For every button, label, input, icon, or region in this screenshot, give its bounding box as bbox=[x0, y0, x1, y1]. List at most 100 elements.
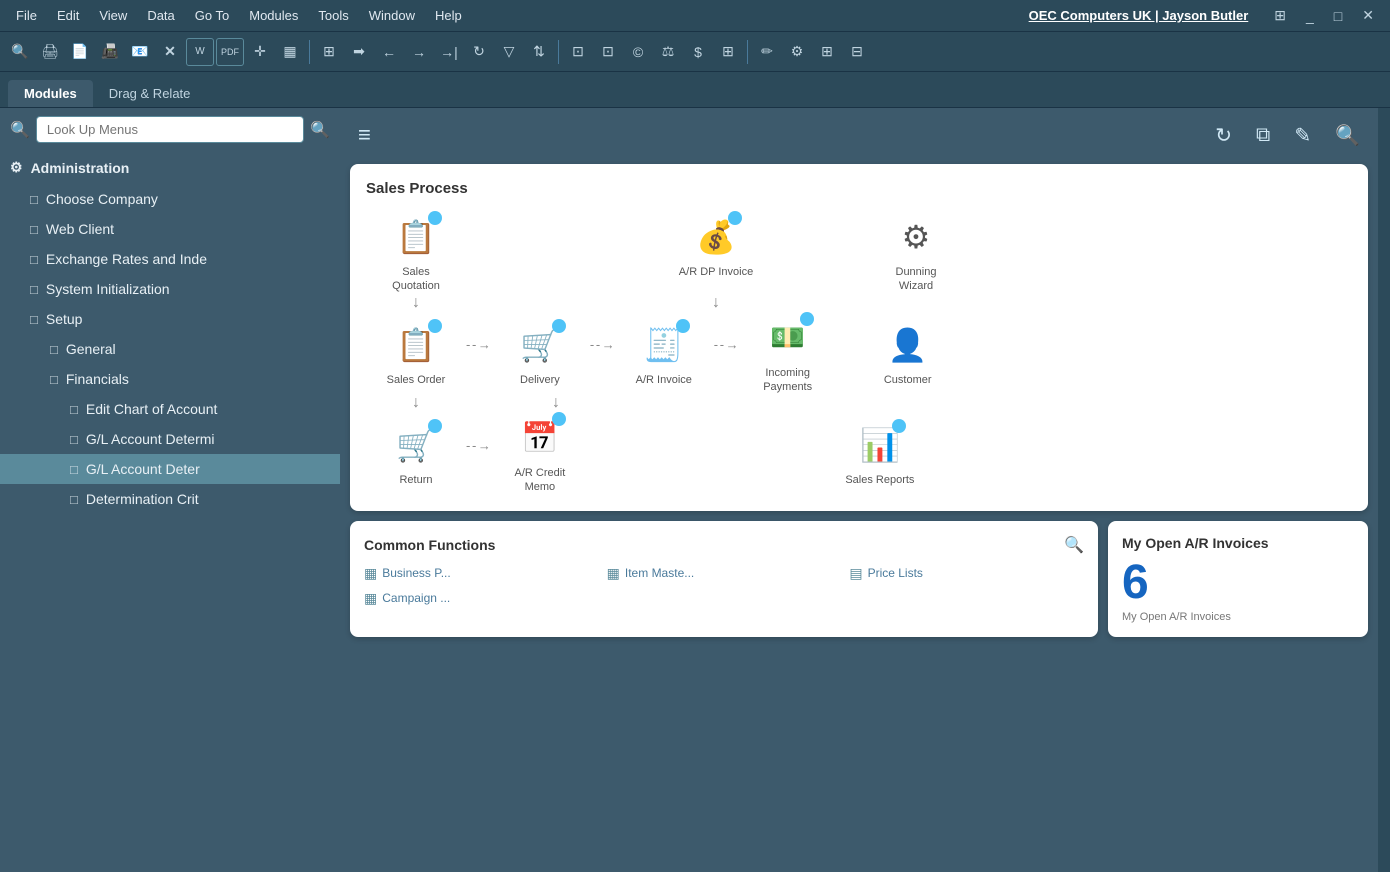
toolbar-pdf[interactable]: PDF bbox=[216, 38, 244, 66]
node-ar-credit-memo[interactable]: 📅 A/R CreditMemo bbox=[490, 412, 590, 495]
search-icon[interactable]: 🔍 bbox=[1331, 119, 1364, 152]
customer-icon-wrap: 👤 bbox=[882, 319, 934, 371]
toolbar-forward[interactable]: → bbox=[405, 38, 433, 66]
sales-reports-icon-wrap: 📊 bbox=[854, 419, 906, 471]
sidebar-section-administration[interactable]: ⚙ Administration bbox=[0, 151, 340, 184]
close-btn[interactable]: ✕ bbox=[1354, 5, 1382, 26]
toolbar-filter[interactable]: ▽ bbox=[495, 38, 523, 66]
toolbar-b4[interactable]: ⚖ bbox=[654, 38, 682, 66]
sidebar-item-edit-chart[interactable]: □ Edit Chart of Account bbox=[0, 394, 340, 424]
toolbar-print2[interactable]: 📄 bbox=[66, 38, 94, 66]
node-ar-invoice[interactable]: 🧾 A/R Invoice bbox=[614, 319, 714, 387]
toolbar-settings[interactable]: ⚙ bbox=[783, 38, 811, 66]
toolbar-search[interactable]: 🔍 bbox=[6, 38, 34, 66]
toolbar-sort[interactable]: ⇅ bbox=[525, 38, 553, 66]
toolbar-move[interactable]: ✛ bbox=[246, 38, 274, 66]
toolbar-refresh[interactable]: ↻ bbox=[465, 38, 493, 66]
sidebar-item-gl-account-determi[interactable]: □ G/L Account Determi bbox=[0, 424, 340, 454]
toolbar-grid[interactable]: ▦ bbox=[276, 38, 304, 66]
process-row-2: 📋 Sales Order - - → 🛒 Delivery bbox=[366, 312, 1352, 395]
sidebar-item-gl-account-deter[interactable]: □ G/L Account Deter bbox=[0, 454, 340, 484]
sidebar-item-web-client[interactable]: □ Web Client bbox=[0, 214, 340, 244]
arrows-down-2: ↓ ↓ bbox=[366, 394, 1352, 412]
node-delivery[interactable]: 🛒 Delivery bbox=[490, 319, 590, 387]
arrow-down-cm: ↓ bbox=[506, 394, 606, 412]
node-customer[interactable]: 👤 Customer bbox=[858, 319, 958, 387]
sidebar-item-determination-crit[interactable]: □ Determination Crit bbox=[0, 484, 340, 514]
cf-items: ▦ Business P... ▦ Item Maste... ▤ Price … bbox=[364, 565, 1084, 607]
node-incoming-payments[interactable]: 💵 IncomingPayments bbox=[738, 312, 838, 395]
tab-modules[interactable]: Modules bbox=[8, 80, 93, 107]
general-icon: □ bbox=[50, 342, 58, 357]
toolbar-back[interactable]: ← bbox=[375, 38, 403, 66]
down-arrow-1: ↓ bbox=[412, 294, 420, 312]
search-input[interactable] bbox=[36, 116, 304, 143]
node-return[interactable]: 🛒 Return bbox=[366, 419, 466, 487]
sidebar-item-general[interactable]: □ General bbox=[0, 334, 340, 364]
menu-data[interactable]: Data bbox=[139, 6, 182, 25]
minimize-btn[interactable]: _ bbox=[1298, 6, 1322, 26]
tab-drag-relate[interactable]: Drag & Relate bbox=[93, 80, 207, 107]
toolbar-b1[interactable]: ⊡ bbox=[564, 38, 592, 66]
node-ar-dp-invoice[interactable]: 💰 A/R DP Invoice bbox=[666, 211, 766, 279]
node-sales-quotation[interactable]: 📋 SalesQuotation bbox=[366, 211, 466, 294]
node-dunning-wizard[interactable]: ⚙ DunningWizard bbox=[866, 211, 966, 294]
toolbar-edit[interactable]: ✏ bbox=[753, 38, 781, 66]
toolbar-email[interactable]: 📧 bbox=[126, 38, 154, 66]
node-sales-reports[interactable]: 📊 Sales Reports bbox=[830, 419, 930, 487]
toolbar-expand[interactable]: ⊞ bbox=[315, 38, 343, 66]
down-arrow-2: ↓ bbox=[712, 294, 720, 312]
menu-window[interactable]: Window bbox=[361, 6, 423, 25]
sidebar-item-setup[interactable]: □ Setup bbox=[0, 304, 340, 334]
cf-search-icon[interactable]: 🔍 bbox=[1064, 535, 1084, 555]
cf-item-item-master[interactable]: ▦ Item Maste... bbox=[607, 565, 842, 582]
menu-modules[interactable]: Modules bbox=[241, 6, 306, 25]
toolbar-nav2[interactable]: ⊟ bbox=[843, 38, 871, 66]
menu-goto[interactable]: Go To bbox=[187, 6, 237, 25]
sales-order-icon-wrap: 📋 bbox=[390, 319, 442, 371]
toolbar-b5[interactable]: $ bbox=[684, 38, 712, 66]
refresh-icon[interactable]: ↻ bbox=[1211, 119, 1236, 152]
sidebar-item-exchange-rates[interactable]: □ Exchange Rates and Inde bbox=[0, 244, 340, 274]
toolbar-nav[interactable]: ⊞ bbox=[813, 38, 841, 66]
menu-view[interactable]: View bbox=[91, 6, 135, 25]
sidebar-item-system-init[interactable]: □ System Initialization bbox=[0, 274, 340, 304]
toolbar-word[interactable]: W bbox=[186, 38, 214, 66]
sidebar-search-icon[interactable]: 🔍 bbox=[10, 120, 30, 140]
menu-help[interactable]: Help bbox=[427, 6, 470, 25]
cf-item-campaign[interactable]: ▦ Campaign ... bbox=[364, 590, 599, 607]
sidebar-item-financials[interactable]: □ Financials bbox=[0, 364, 340, 394]
toolbar-b3[interactable]: © bbox=[624, 38, 652, 66]
right-scrollbar[interactable] bbox=[1378, 108, 1390, 872]
cf-item-price-lists[interactable]: ▤ Price Lists bbox=[849, 565, 1084, 582]
copy-icon[interactable]: ⧉ bbox=[1252, 120, 1274, 151]
cf-item-business-partner[interactable]: ▦ Business P... bbox=[364, 565, 599, 582]
hamburger-icon[interactable]: ≡ bbox=[354, 118, 375, 152]
menu-tools[interactable]: Tools bbox=[310, 6, 356, 25]
arrow-del-inv: - - → bbox=[590, 337, 614, 368]
toolbar-collapse[interactable]: ➡ bbox=[345, 38, 373, 66]
toolbar-b2[interactable]: ⊡ bbox=[594, 38, 622, 66]
edit-icon[interactable]: ✎ bbox=[1290, 119, 1315, 152]
menu-edit[interactable]: Edit bbox=[49, 6, 87, 25]
menu-file[interactable]: File bbox=[8, 6, 45, 25]
maximize-btn[interactable]: □ bbox=[1326, 6, 1350, 26]
ar-credit-memo-icon: 📅 bbox=[521, 421, 558, 456]
toolbar-x[interactable]: ✕ bbox=[156, 38, 184, 66]
app-title: OEC Computers UK | Jayson Butler bbox=[1021, 6, 1257, 25]
sidebar-item-choose-company[interactable]: □ Choose Company bbox=[0, 184, 340, 214]
toolbar-fax[interactable]: 📠 bbox=[96, 38, 124, 66]
air-invoices-title: My Open A/R Invoices bbox=[1122, 535, 1354, 551]
node-sales-order[interactable]: 📋 Sales Order bbox=[366, 319, 466, 387]
administration-label: Administration bbox=[31, 160, 130, 176]
toolbar-print[interactable]: 🖨 bbox=[36, 38, 64, 66]
arrow-inv-pay: - - → bbox=[714, 337, 738, 368]
gl-account-deter-icon: □ bbox=[70, 462, 78, 477]
search-submit-icon[interactable]: 🔍 bbox=[310, 120, 330, 140]
gl-account-deter-label: G/L Account Deter bbox=[86, 461, 200, 477]
delivery-label: Delivery bbox=[520, 373, 560, 387]
toolbar-b6[interactable]: ⊞ bbox=[714, 38, 742, 66]
action-bar-left: ≡ bbox=[354, 118, 375, 152]
toolbar-forward2[interactable]: →| bbox=[435, 38, 463, 66]
edit-chart-icon: □ bbox=[70, 402, 78, 417]
